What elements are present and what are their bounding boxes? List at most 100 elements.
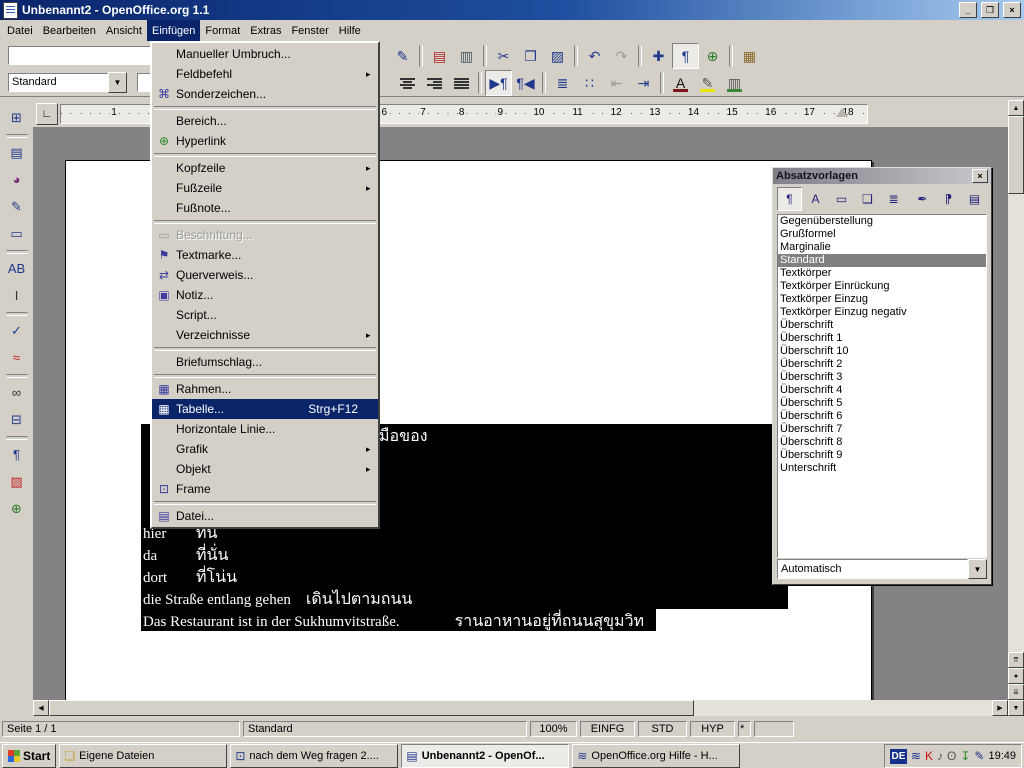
menu-item-briefumschlag[interactable]: Briefumschlag... (152, 352, 378, 372)
page-style-indicator[interactable]: Standard (243, 721, 527, 737)
selected-last-line[interactable]: Das Restaurant ist in der Sukhumvitstraß… (141, 609, 656, 631)
edit-file-button[interactable]: ✎ (389, 43, 416, 69)
form-functions-button[interactable]: ▭ (3, 220, 30, 246)
menu-item-hyperlink[interactable]: ⊕ Hyperlink (152, 131, 378, 151)
increase-indent-button[interactable]: ⇥ (630, 70, 657, 96)
style-list-item[interactable]: Überschrift 5 (778, 397, 986, 410)
numbered-list-button[interactable]: ≣ (549, 70, 576, 96)
paste-button[interactable]: ▨ (544, 43, 571, 69)
chevron-down-icon[interactable]: ▼ (968, 559, 987, 579)
navigation-button[interactable]: ● (1008, 668, 1024, 684)
auto-spellcheck-button[interactable]: ≈ (3, 344, 30, 370)
bullet-list-button[interactable]: ∷ (576, 70, 603, 96)
menu-item-notiz[interactable]: ▣ Notiz... (152, 285, 378, 305)
usb-eject-icon[interactable]: ↧ (960, 750, 970, 762)
close-icon[interactable]: × (972, 169, 988, 183)
menubar-item[interactable]: Hilfe (334, 20, 366, 41)
draw-functions-button[interactable]: ✎ (3, 193, 30, 219)
horizontal-scroll-thumb[interactable] (49, 700, 694, 716)
cut-button[interactable]: ✂ (490, 43, 517, 69)
gallery-button[interactable]: ⊕ (699, 43, 726, 69)
menu-item-kopfzeile[interactable]: Kopfzeile ▸ (152, 158, 378, 178)
style-list-item[interactable]: Überschrift 10 (778, 345, 986, 358)
menu-item-verzeichnisse[interactable]: Verzeichnisse ▸ (152, 325, 378, 345)
scroll-down-button[interactable]: ▼ (1008, 700, 1024, 716)
previous-page-button[interactable]: ⇈ (1008, 652, 1024, 668)
menubar-item[interactable]: Bearbeiten (38, 20, 101, 41)
page-styles-button[interactable]: ❑ (855, 187, 880, 211)
page-indicator[interactable]: Seite 1 / 1 (2, 721, 240, 737)
vertical-scrollbar[interactable]: ▲ ⇈ ● ⇊ ▼ (1008, 100, 1024, 716)
find-button[interactable]: ∞ (3, 379, 30, 405)
menu-item-horizontale-linie[interactable]: Horizontale Linie... (152, 419, 378, 439)
style-list-item[interactable]: Überschrift 4 (778, 384, 986, 397)
menu-item-manueller-umbruch[interactable]: Manueller Umbruch... (152, 44, 378, 64)
style-list-item[interactable]: Überschrift 6 (778, 410, 986, 423)
menu-item-script[interactable]: Script... (152, 305, 378, 325)
paragraph-background-button[interactable]: ▥ (721, 70, 748, 96)
navigator-button[interactable]: ✚ (645, 43, 672, 69)
task-unbenannt2-writer[interactable]: ▤ Unbenannt2 - OpenOf... (401, 744, 569, 768)
menu-item-querverweis[interactable]: ⇄ Querverweis... (152, 265, 378, 285)
menu-item-rahmen[interactable]: ▦ Rahmen... (152, 379, 378, 399)
next-page-button[interactable]: ⇊ (1008, 684, 1024, 700)
align-justify-button[interactable] (448, 70, 475, 96)
menubar-item[interactable]: Datei (2, 20, 38, 41)
ltr-paragraph-button[interactable]: ▶¶ (485, 70, 512, 96)
style-list-item[interactable]: Überschrift 9 (778, 449, 986, 462)
hyperlink-mode-indicator[interactable]: HYP (690, 721, 735, 737)
direct-cursor-button[interactable]: I (3, 282, 30, 308)
style-list-item[interactable]: Grußformel (778, 228, 986, 241)
chevron-down-icon[interactable]: ▼ (108, 72, 127, 93)
autotext-button[interactable]: AB (3, 255, 30, 281)
print-button[interactable]: ▥ (453, 43, 480, 69)
rtl-paragraph-button[interactable]: ¶◀ (512, 70, 539, 96)
export-pdf-button[interactable]: ▤ (426, 43, 453, 69)
menubar-item[interactable]: Format (200, 20, 245, 41)
align-right-button[interactable] (421, 70, 448, 96)
spellcheck-button[interactable]: ✓ (3, 317, 30, 343)
task-eigene-dateien[interactable]: ❏ Eigene Dateien (59, 744, 227, 768)
menu-item-datei[interactable]: ▤ Datei... (152, 506, 378, 526)
style-list-item[interactable]: Textkörper Einzug (778, 293, 986, 306)
menu-item-fusszeile[interactable]: Fußzeile ▸ (152, 178, 378, 198)
style-list-item[interactable]: Marginalie (778, 241, 986, 254)
style-list-item[interactable]: Überschrift (778, 319, 986, 332)
volume-icon[interactable]: ♪ (937, 750, 943, 762)
graphics-toggle-button[interactable]: ▨ (3, 468, 30, 494)
undo-button[interactable]: ↶ (581, 43, 608, 69)
menubar-item[interactable]: Extras (245, 20, 286, 41)
character-styles-button[interactable]: A (803, 187, 828, 211)
task-nach-dem-weg-fragen[interactable]: ⊡ nach dem Weg fragen 2.... (230, 744, 398, 768)
start-button[interactable]: Start (2, 744, 56, 768)
horizontal-scrollbar[interactable]: ◀ ▶ (33, 700, 1008, 716)
insert-table-button[interactable]: ⊞ (3, 104, 30, 130)
style-list-item[interactable]: Überschrift 1 (778, 332, 986, 345)
task-openoffice-hilfe[interactable]: ≋ OpenOffice.org Hilfe - H... (572, 744, 740, 768)
style-filter-combo[interactable]: Automatisch ▼ (777, 559, 987, 579)
stylist-title-bar[interactable]: Absatzvorlagen × (773, 168, 991, 184)
menubar-item[interactable]: Ansicht (101, 20, 147, 41)
style-list-item[interactable]: Textkörper Einzug negativ (778, 306, 986, 319)
frame-styles-button[interactable]: ▭ (829, 187, 854, 211)
menubar-item[interactable]: Fenster (286, 20, 333, 41)
style-list-item[interactable]: Überschrift 8 (778, 436, 986, 449)
menubar-item[interactable]: Einfügen (147, 20, 200, 41)
new-style-from-selection-button[interactable]: ⁋ (936, 187, 961, 211)
style-list-item[interactable]: Unterschrift (778, 462, 986, 475)
style-list-item[interactable]: Textkörper (778, 267, 986, 280)
insert-graphics-button[interactable]: ▦ (736, 43, 763, 69)
insert-section-button[interactable]: ▤ (3, 139, 30, 165)
font-color-button[interactable]: A (667, 70, 694, 96)
url-field[interactable] (8, 46, 152, 65)
minimize-button[interactable]: _ (959, 2, 977, 18)
selection-mode-indicator[interactable]: STD (638, 721, 687, 737)
scroll-up-button[interactable]: ▲ (1008, 100, 1024, 116)
style-list-item[interactable]: Überschrift 3 (778, 371, 986, 384)
scroll-right-button[interactable]: ▶ (992, 700, 1008, 716)
menu-item-textmarke[interactable]: ⚑ Textmarke... (152, 245, 378, 265)
close-button[interactable]: × (1003, 2, 1021, 18)
insert-object-button[interactable]: ◕ (3, 166, 30, 192)
decrease-indent-button[interactable]: ⇤ (603, 70, 630, 96)
modified-indicator[interactable]: * (738, 721, 751, 737)
